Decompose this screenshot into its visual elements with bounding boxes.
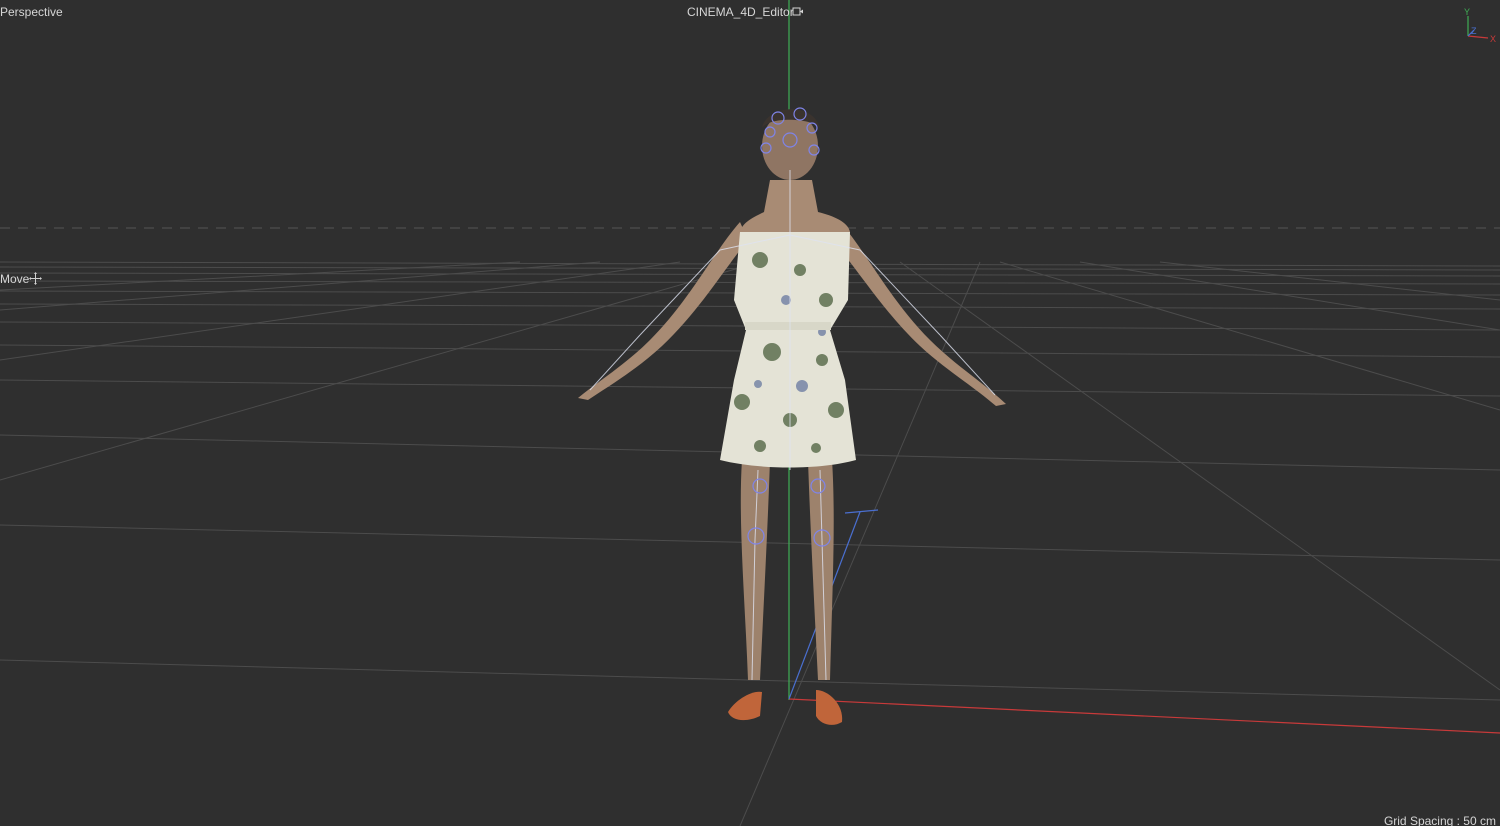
axis-label-y: Y [1464, 7, 1470, 17]
world-axis-x [788, 698, 1500, 734]
axis-label-z: Z [1471, 26, 1477, 36]
view-name-label[interactable]: Perspective [0, 5, 63, 19]
axis-label-x: X [1490, 34, 1496, 44]
camera-name-label[interactable]: CINEMA_4D_Editor [687, 5, 794, 19]
perspective-viewport[interactable]: Perspective CINEMA_4D_Editor Move Y Z X … [0, 0, 1500, 826]
scene-canvas[interactable] [0, 0, 1500, 826]
active-tool-label: Move [0, 272, 30, 286]
camera-lock-icon[interactable] [792, 6, 804, 17]
grid-spacing-label: Grid Spacing : 50 cm [1383, 814, 1496, 826]
axis-gizmo-icon: Y Z X [1464, 7, 1496, 44]
character-figure[interactable] [578, 107, 1006, 725]
move-crosshair-icon [29, 272, 42, 285]
